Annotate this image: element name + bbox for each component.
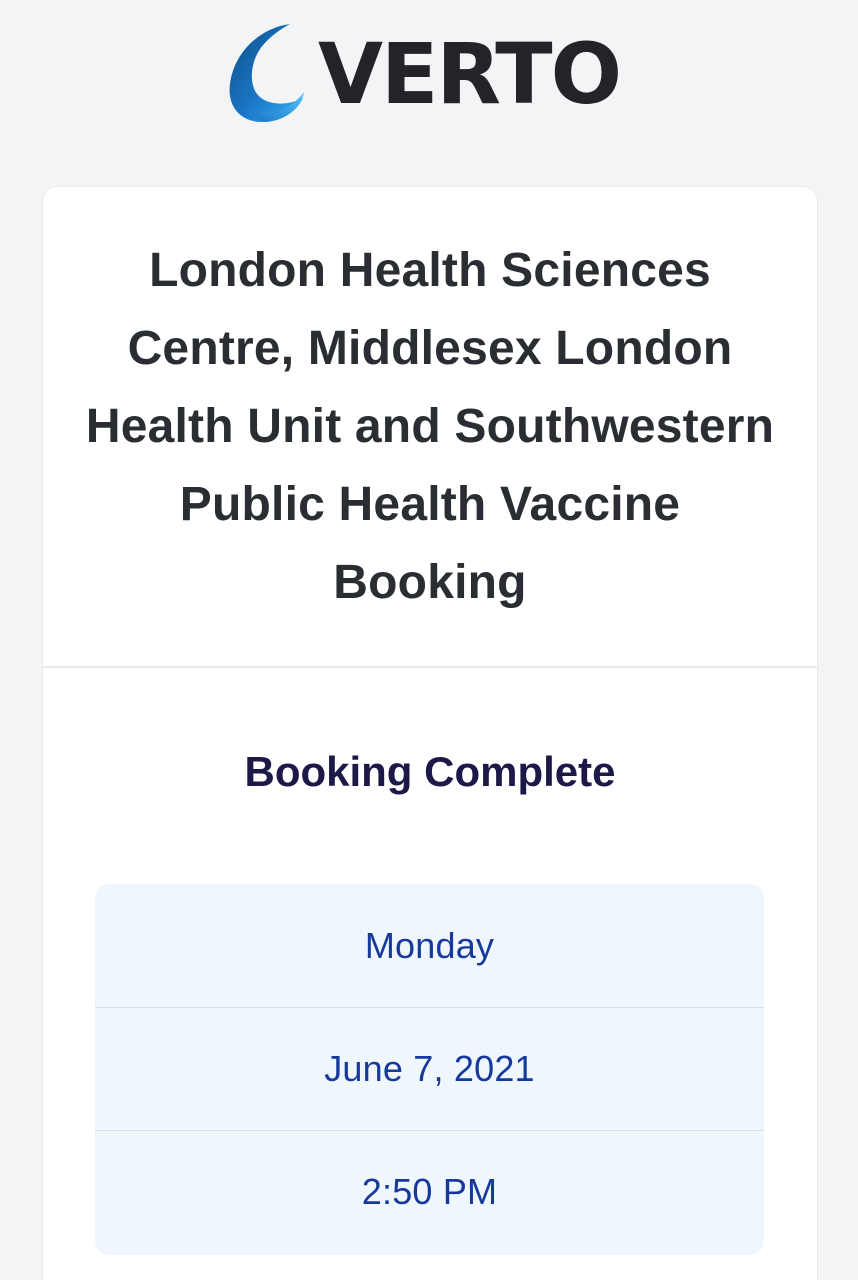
- card-header: London Health Sciences Centre, Middlesex…: [43, 187, 817, 668]
- booking-status: Booking Complete: [244, 748, 616, 795]
- appointment-details: Monday June 7, 2021 2:50 PM: [95, 884, 764, 1255]
- booking-title: London Health Sciences Centre, Middlesex…: [85, 243, 775, 609]
- verto-logo-mark-icon: [229, 24, 304, 122]
- page: VERTO London Health Sciences Centre, Mid…: [0, 0, 858, 1280]
- verto-logo: VERTO: [218, 18, 622, 124]
- appointment-day: Monday: [364, 924, 495, 966]
- appointment-date: June 7, 2021: [95, 1007, 764, 1130]
- appointment-time: 2:50 PM: [95, 1130, 764, 1253]
- verto-wordmark: VERTO: [318, 25, 622, 123]
- booking-card: London Health Sciences Centre, Middlesex…: [43, 187, 817, 1280]
